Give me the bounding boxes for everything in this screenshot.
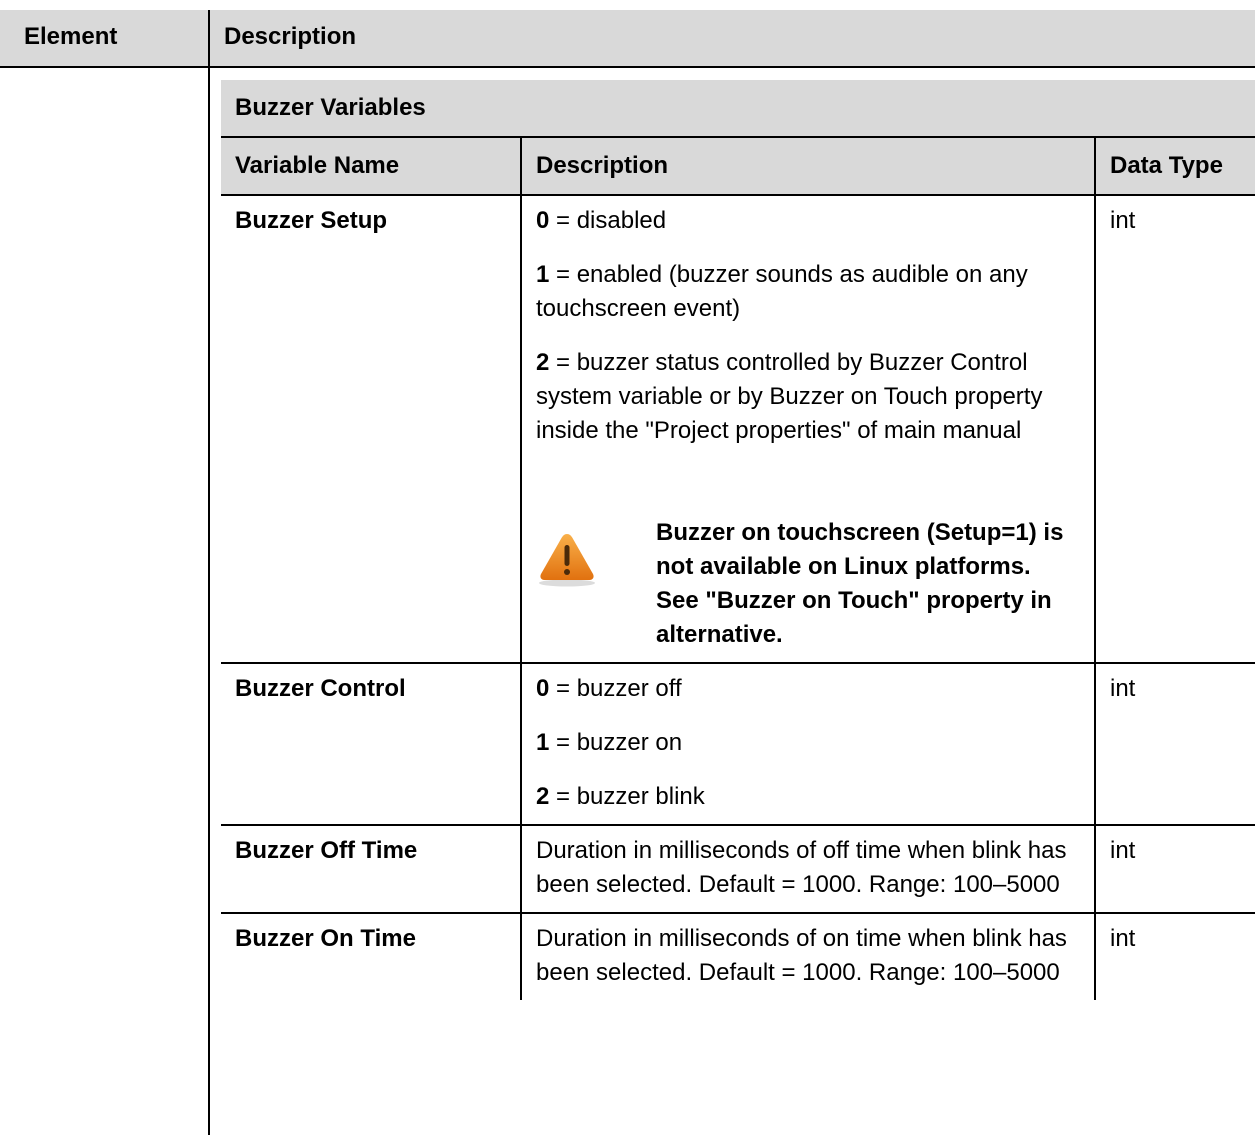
variable-name: Buzzer Off Time <box>221 825 521 914</box>
column-header-element: Element <box>24 23 118 50</box>
table-row: Buzzer Setup 0 = disabled 1 = enabled (b… <box>221 195 1255 664</box>
value-number: 2 <box>536 783 550 810</box>
data-type: int <box>1094 663 1255 826</box>
header-description: Description <box>520 138 1095 196</box>
data-type: int <box>1094 825 1255 914</box>
table-row: Buzzer Off Time Duration in milliseconds… <box>221 825 1255 914</box>
header-data-type: Data Type <box>1094 138 1255 196</box>
value-text: = buzzer blink <box>549 783 705 810</box>
variable-name: Buzzer Control <box>221 663 521 826</box>
value-text: = buzzer on <box>549 729 683 756</box>
variable-description: Duration in milliseconds of on time when… <box>520 913 1095 1000</box>
value-number: 2 <box>536 349 550 376</box>
warning-text: Buzzer on touchscreen (Setup=1) is not a… <box>656 519 1064 648</box>
header-variable-name: Variable Name <box>221 138 521 196</box>
data-type: int <box>1094 195 1255 664</box>
value-text: = disabled <box>549 207 667 234</box>
value-text: = buzzer off <box>549 675 682 702</box>
variable-description: Duration in milliseconds of off time whe… <box>520 825 1095 914</box>
header-row: Variable Name Description Data Type <box>221 138 1255 196</box>
value-text: = buzzer status controlled by Buzzer Con… <box>536 349 1043 444</box>
warning-note: Buzzer on touchscreen (Setup=1) is not a… <box>536 516 1080 652</box>
table-row: Buzzer On Time Duration in milliseconds … <box>221 913 1255 1000</box>
value-number: 1 <box>536 729 550 756</box>
value-line: 2 = buzzer status controlled by Buzzer C… <box>536 346 1080 448</box>
value-number: 0 <box>536 207 550 234</box>
value-line: 0 = disabled <box>536 204 1080 238</box>
outer-table-header: Element Description <box>0 10 1255 68</box>
column-divider <box>208 10 210 1135</box>
variables-table: Variable Name Description Data Type Buzz… <box>221 138 1255 1000</box>
value-number: 0 <box>536 675 550 702</box>
value-line: 0 = buzzer off <box>536 672 1080 706</box>
table-caption: Buzzer Variables <box>235 94 426 121</box>
variable-name: Buzzer On Time <box>235 925 416 952</box>
variable-description: 0 = buzzer off 1 = buzzer on 2 = buzzer … <box>520 663 1095 826</box>
data-type: int <box>1094 913 1255 1000</box>
table-caption-row: Buzzer Variables <box>221 80 1255 138</box>
variable-description: 0 = disabled 1 = enabled (buzzer sounds … <box>520 195 1095 664</box>
column-header-description: Description <box>224 23 357 50</box>
value-line: 1 = enabled (buzzer sounds as audible on… <box>536 258 1080 326</box>
variable-name: Buzzer Setup <box>221 195 521 664</box>
warning-triangle-icon <box>536 516 656 598</box>
value-line: 2 = buzzer blink <box>536 780 1080 814</box>
table-row: Buzzer Control 0 = buzzer off 1 = buzzer… <box>221 663 1255 826</box>
value-number: 1 <box>536 261 550 288</box>
buzzer-variables-table: Buzzer Variables Variable Name Descripti… <box>221 80 1255 1000</box>
value-text: = enabled (buzzer sounds as audible on a… <box>536 261 1028 322</box>
value-line: 1 = buzzer on <box>536 726 1080 760</box>
